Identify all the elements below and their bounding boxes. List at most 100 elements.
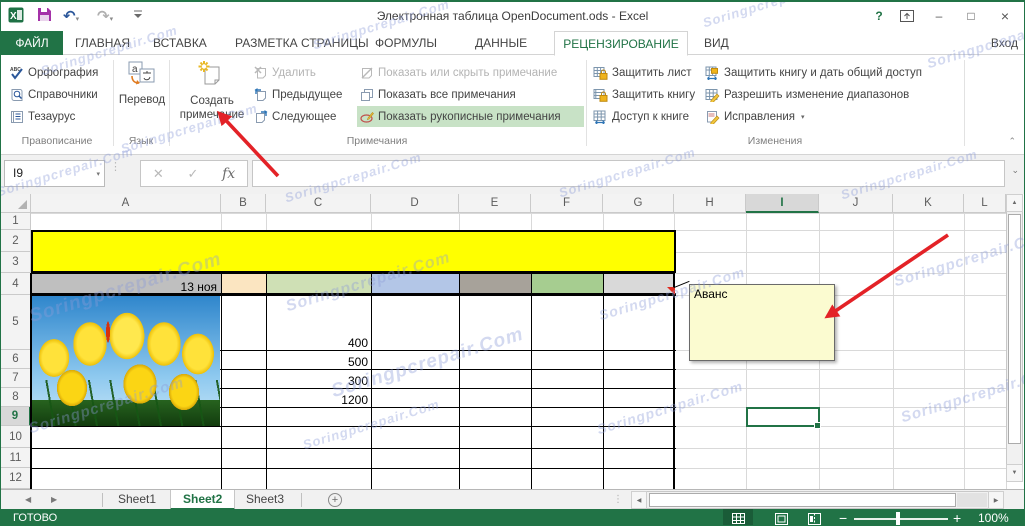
- spelling-button[interactable]: ABC Орфография: [7, 62, 101, 83]
- close-button[interactable]: ×: [992, 6, 1018, 26]
- cell-C8[interactable]: 1200: [266, 388, 372, 408]
- column-header-B[interactable]: B: [221, 194, 266, 213]
- cell-C7[interactable]: 300: [266, 369, 372, 389]
- tulips-image[interactable]: [32, 296, 220, 426]
- column-header-C[interactable]: C: [266, 194, 371, 213]
- new-comment-button[interactable]: Создать примечание: [173, 60, 251, 122]
- name-box-caret-icon[interactable]: ▾: [96, 161, 100, 188]
- tab-home[interactable]: ГЛАВНАЯ: [69, 31, 136, 55]
- tab-insert[interactable]: ВСТАВКА: [147, 31, 213, 55]
- zoom-level[interactable]: 100%: [978, 509, 1009, 525]
- zoom-slider-thumb[interactable]: [896, 512, 900, 525]
- row-header-7[interactable]: 7: [1, 369, 31, 388]
- cell-D4[interactable]: [371, 273, 460, 296]
- sheet-nav-right-icon[interactable]: ▶: [51, 490, 57, 510]
- tab-page-layout[interactable]: РАЗМЕТКА СТРАНИЦЫ: [229, 31, 375, 55]
- row-header-3[interactable]: 3: [1, 252, 31, 273]
- protect-workbook-button[interactable]: Защитить книгу: [590, 84, 698, 105]
- column-header-H[interactable]: H: [674, 194, 746, 213]
- zoom-slider-track[interactable]: [854, 518, 948, 520]
- insert-function-icon[interactable]: fx: [222, 166, 235, 182]
- minimize-button[interactable]: –: [926, 6, 952, 26]
- row-header-9[interactable]: 9: [1, 407, 31, 426]
- scroll-up-icon[interactable]: ▲: [1006, 194, 1023, 212]
- column-header-L[interactable]: L: [964, 194, 1006, 213]
- show-hide-comment-button[interactable]: Показать или скрыть примечание: [357, 62, 560, 83]
- column-header-I[interactable]: I: [746, 194, 819, 213]
- row-header-11[interactable]: 11: [1, 448, 31, 468]
- column-header-A[interactable]: A: [31, 194, 221, 213]
- track-changes-button[interactable]: Исправления ▾: [702, 106, 808, 127]
- column-header-K[interactable]: K: [893, 194, 964, 213]
- cell-C5[interactable]: 400: [266, 295, 372, 351]
- tab-file[interactable]: ФАЙЛ: [1, 31, 63, 55]
- cell-C4[interactable]: [266, 273, 372, 296]
- column-header-E[interactable]: E: [459, 194, 531, 213]
- expand-formula-bar-icon[interactable]: ⌄: [1011, 165, 1019, 176]
- sheet-tab-sheet3[interactable]: Sheet3: [234, 490, 296, 510]
- scroll-track[interactable]: [957, 493, 987, 507]
- tab-view[interactable]: ВИД: [698, 31, 735, 55]
- next-comment-button[interactable]: Следующее: [251, 106, 339, 127]
- tab-formulas[interactable]: ФОРМУЛЫ: [369, 31, 443, 55]
- row-header-1[interactable]: 1: [1, 213, 31, 230]
- allow-edit-ranges-button[interactable]: Разрешить изменение диапазонов: [702, 84, 912, 105]
- cell-C6[interactable]: 500: [266, 350, 372, 370]
- collapse-ribbon-icon[interactable]: ⌃: [1008, 136, 1016, 147]
- name-box[interactable]: I9 ▾: [4, 160, 105, 187]
- formula-bar-splitter[interactable]: ⋮: [110, 162, 121, 173]
- zoom-in-button[interactable]: +: [953, 509, 961, 525]
- show-ink-comments-button[interactable]: Показать рукописные примечания: [357, 106, 584, 127]
- select-all-corner[interactable]: [1, 194, 31, 213]
- page-layout-view-button[interactable]: [766, 509, 796, 525]
- cell-F4[interactable]: [531, 273, 604, 296]
- selected-cell-I9[interactable]: [746, 407, 820, 427]
- help-button[interactable]: ?: [866, 6, 892, 26]
- share-workbook-button[interactable]: Доступ к книге: [590, 106, 692, 127]
- horizontal-scroll-thumb[interactable]: [649, 493, 956, 507]
- column-header-D[interactable]: D: [371, 194, 459, 213]
- protect-sheet-button[interactable]: Защитить лист: [590, 62, 695, 83]
- column-header-G[interactable]: G: [603, 194, 674, 213]
- comment-box[interactable]: Аванс: [689, 284, 835, 361]
- new-sheet-button[interactable]: +: [328, 493, 342, 507]
- row-header-2[interactable]: 2: [1, 230, 31, 252]
- translate-button[interactable]: a Перевод: [115, 60, 169, 107]
- row-header-12[interactable]: 12: [1, 468, 31, 489]
- cell-A4[interactable]: 13 ноя: [31, 273, 222, 296]
- tab-review[interactable]: РЕЦЕНЗИРОВАНИЕ: [554, 31, 688, 56]
- tab-data[interactable]: ДАННЫЕ: [469, 31, 533, 55]
- cell-B4[interactable]: [221, 273, 267, 296]
- normal-view-button[interactable]: [723, 509, 753, 525]
- scroll-down-icon[interactable]: ▼: [1006, 464, 1023, 482]
- vertical-scroll-thumb[interactable]: [1008, 214, 1021, 444]
- sheet-tab-sheet2[interactable]: Sheet2: [170, 490, 236, 510]
- yellow-highlight-band[interactable]: [31, 230, 676, 273]
- previous-comment-button[interactable]: Предыдущее: [251, 84, 345, 105]
- cell-G4[interactable]: [603, 273, 675, 296]
- cancel-icon[interactable]: ✕: [153, 166, 164, 182]
- research-button[interactable]: Справочники: [7, 84, 101, 105]
- row-header-10[interactable]: 10: [1, 426, 31, 448]
- formula-input[interactable]: [252, 160, 1005, 187]
- zoom-out-button[interactable]: −: [839, 509, 847, 525]
- ribbon-display-options-button[interactable]: [894, 6, 920, 26]
- protect-share-workbook-button[interactable]: Защитить книгу и дать общий доступ: [702, 62, 925, 83]
- row-header-6[interactable]: 6: [1, 350, 31, 369]
- page-break-preview-button[interactable]: [799, 509, 829, 525]
- tab-scrollbar-splitter[interactable]: ⋮: [613, 490, 623, 510]
- show-all-comments-button[interactable]: Показать все примечания: [357, 84, 519, 105]
- column-header-J[interactable]: J: [819, 194, 893, 213]
- row-header-5[interactable]: 5: [1, 295, 31, 350]
- row-header-4[interactable]: 4: [1, 273, 31, 295]
- sign-in-link[interactable]: Вход: [991, 31, 1018, 55]
- cell-E4[interactable]: [459, 273, 532, 296]
- delete-comment-button[interactable]: Удалить: [251, 62, 319, 83]
- sheet-nav-left-icon[interactable]: ◀: [25, 490, 31, 510]
- row-header-8[interactable]: 8: [1, 388, 31, 407]
- scroll-left-icon[interactable]: ◀: [631, 491, 647, 509]
- thesaurus-button[interactable]: Тезаурус: [7, 106, 78, 127]
- maximize-button[interactable]: □: [958, 6, 984, 26]
- scroll-right-icon[interactable]: ▶: [988, 491, 1004, 509]
- enter-icon[interactable]: ✓: [187, 166, 198, 182]
